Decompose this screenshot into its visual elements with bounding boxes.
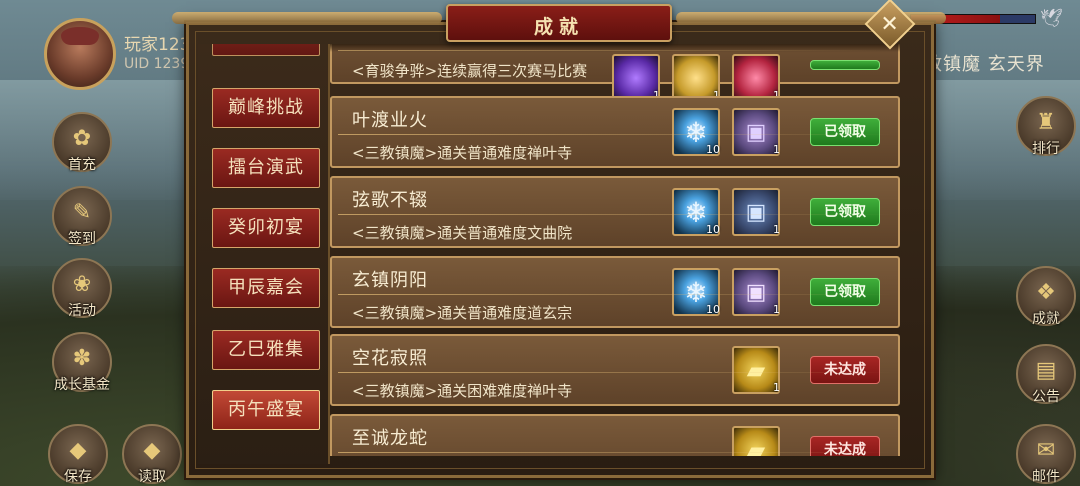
purple-chest-icon[interactable]: ▣ 1 — [732, 108, 780, 156]
achievement-icon: ❖ — [1036, 280, 1056, 305]
side-btn-first-charge[interactable]: ✿ 首充 — [52, 112, 112, 173]
side-btn-load[interactable]: ◆ 读取 — [122, 424, 182, 485]
side-btn-checkin[interactable]: ✎ 签到 — [52, 186, 112, 247]
gold-bar-icon[interactable]: ▰ — [732, 426, 780, 456]
achievement-row: 至诚龙蛇 ▰ 未达成 — [330, 414, 900, 456]
save-icon: ◆ — [69, 438, 87, 463]
notice-icon: ▤ — [1035, 358, 1057, 383]
ruby-gem-icon[interactable]: 1 — [732, 54, 780, 102]
achievement-desc: <三教镇魔>通关普通难度文曲院 — [352, 224, 573, 242]
not-achieved-button[interactable]: 未达成 — [810, 436, 880, 456]
blue-chest-icon[interactable]: ▣ 1 — [732, 188, 780, 236]
plant-icon: ✽ — [72, 346, 92, 371]
purple-chest-icon[interactable]: ▣ 1 — [732, 268, 780, 316]
side-btn-mail[interactable]: ✉ 邮件 — [1016, 424, 1076, 485]
dialog-title: 成就 — [533, 16, 584, 38]
tab-jiachen[interactable]: 甲辰嘉会 — [212, 268, 320, 308]
tab-guimao[interactable]: 癸卯初宴 — [212, 208, 320, 248]
side-btn-save[interactable]: ◆ 保存 — [48, 424, 108, 485]
ice-crystal-icon[interactable]: ❄ 10 — [672, 108, 720, 156]
achievement-desc: <育骏争骅>连续赢得三次赛马比赛 — [352, 62, 588, 80]
ice-crystal-icon[interactable]: ❄ 10 — [672, 188, 720, 236]
category-tabs: 巅峰挑战 擂台演武 癸卯初宴 甲辰嘉会 乙巳雅集 丙午盛宴 — [198, 44, 330, 464]
side-btn-achievement[interactable]: ❖ 成就 — [1016, 266, 1076, 327]
ice-crystal-icon[interactable]: ❄ 10 — [672, 268, 720, 316]
achievement-row: 弦歌不辍 <三教镇魔>通关普通难度文曲院 ❄ 10 ▣ 1 已领取 — [330, 176, 900, 248]
achievement-name: 玄镇阴阳 — [352, 270, 428, 291]
tab-yisi[interactable]: 乙巳雅集 — [212, 330, 320, 370]
flower-icon: ❀ — [72, 272, 92, 297]
achievement-name: 叶渡业火 — [352, 110, 428, 131]
load-icon: ◆ — [143, 438, 161, 463]
achievement-desc: <三教镇魔>通关普通难度道玄宗 — [352, 304, 573, 322]
tab-partial-top[interactable] — [212, 44, 320, 56]
achievement-row: 叶渡业火 <三教镇魔>通关普通难度禅叶寺 ❄ 10 ▣ 1 已领取 — [330, 96, 900, 168]
achievement-row: 空花寂照 <三教镇魔>通关困难难度禅叶寺 ▰ 1 未达成 — [330, 334, 900, 406]
claimed-button-partial[interactable] — [810, 60, 880, 70]
mail-icon: ✉ — [1036, 438, 1056, 463]
achievement-list[interactable]: <育骏争骅>连续赢得三次赛马比赛 1 1 1 叶渡业火 <三教镇魔>通关普通难度… — [330, 44, 900, 456]
violet-gem-icon[interactable]: 1 — [612, 54, 660, 102]
achievement-row: 玄镇阴阳 <三教镇魔>通关普通难度道玄宗 ❄ 10 ▣ 1 已领取 — [330, 256, 900, 328]
tab-arena[interactable]: 擂台演武 — [212, 148, 320, 188]
close-icon: ✕ — [880, 11, 899, 37]
claimed-button[interactable]: 已领取 — [810, 278, 880, 306]
list-top-shade — [330, 44, 900, 52]
achievement-name: 至诚龙蛇 — [352, 428, 428, 449]
tab-bingwu[interactable]: 丙午盛宴 — [212, 390, 320, 430]
side-btn-notice[interactable]: ▤ 公告 — [1016, 344, 1076, 405]
gold-bar-icon[interactable]: ▰ 1 — [732, 346, 780, 394]
claimed-button[interactable]: 已领取 — [810, 198, 880, 226]
claimed-button[interactable]: 已领取 — [810, 118, 880, 146]
amber-gem-icon[interactable]: 1 — [672, 54, 720, 102]
achievement-name: 弦歌不辍 — [352, 190, 428, 211]
title-ornament-left — [172, 12, 442, 24]
tab-peak-challenge[interactable]: 巅峰挑战 — [212, 88, 320, 128]
achievement-desc: <三教镇魔>通关普通难度禅叶寺 — [352, 144, 573, 162]
achievement-name: 空花寂照 — [352, 348, 428, 369]
dialog-title-plate: 成就 — [446, 4, 672, 42]
scroll-icon: ✎ — [72, 200, 92, 225]
achievement-desc: <三教镇魔>通关困难难度禅叶寺 — [352, 382, 573, 400]
side-btn-ranking[interactable]: ♜ 排行 — [1016, 96, 1076, 157]
not-achieved-button[interactable]: 未达成 — [810, 356, 880, 384]
bird-icon: 🕊 — [1040, 8, 1063, 29]
side-btn-growth-fund[interactable]: ✽ 成长基金 — [52, 332, 112, 393]
side-btn-events[interactable]: ❀ 活动 — [52, 258, 112, 319]
dungeon-label: 教镇魔 玄天界 — [924, 54, 1045, 75]
avatar[interactable] — [44, 18, 116, 90]
rank-icon: ♜ — [1036, 110, 1056, 135]
gift-icon: ✿ — [72, 126, 92, 151]
